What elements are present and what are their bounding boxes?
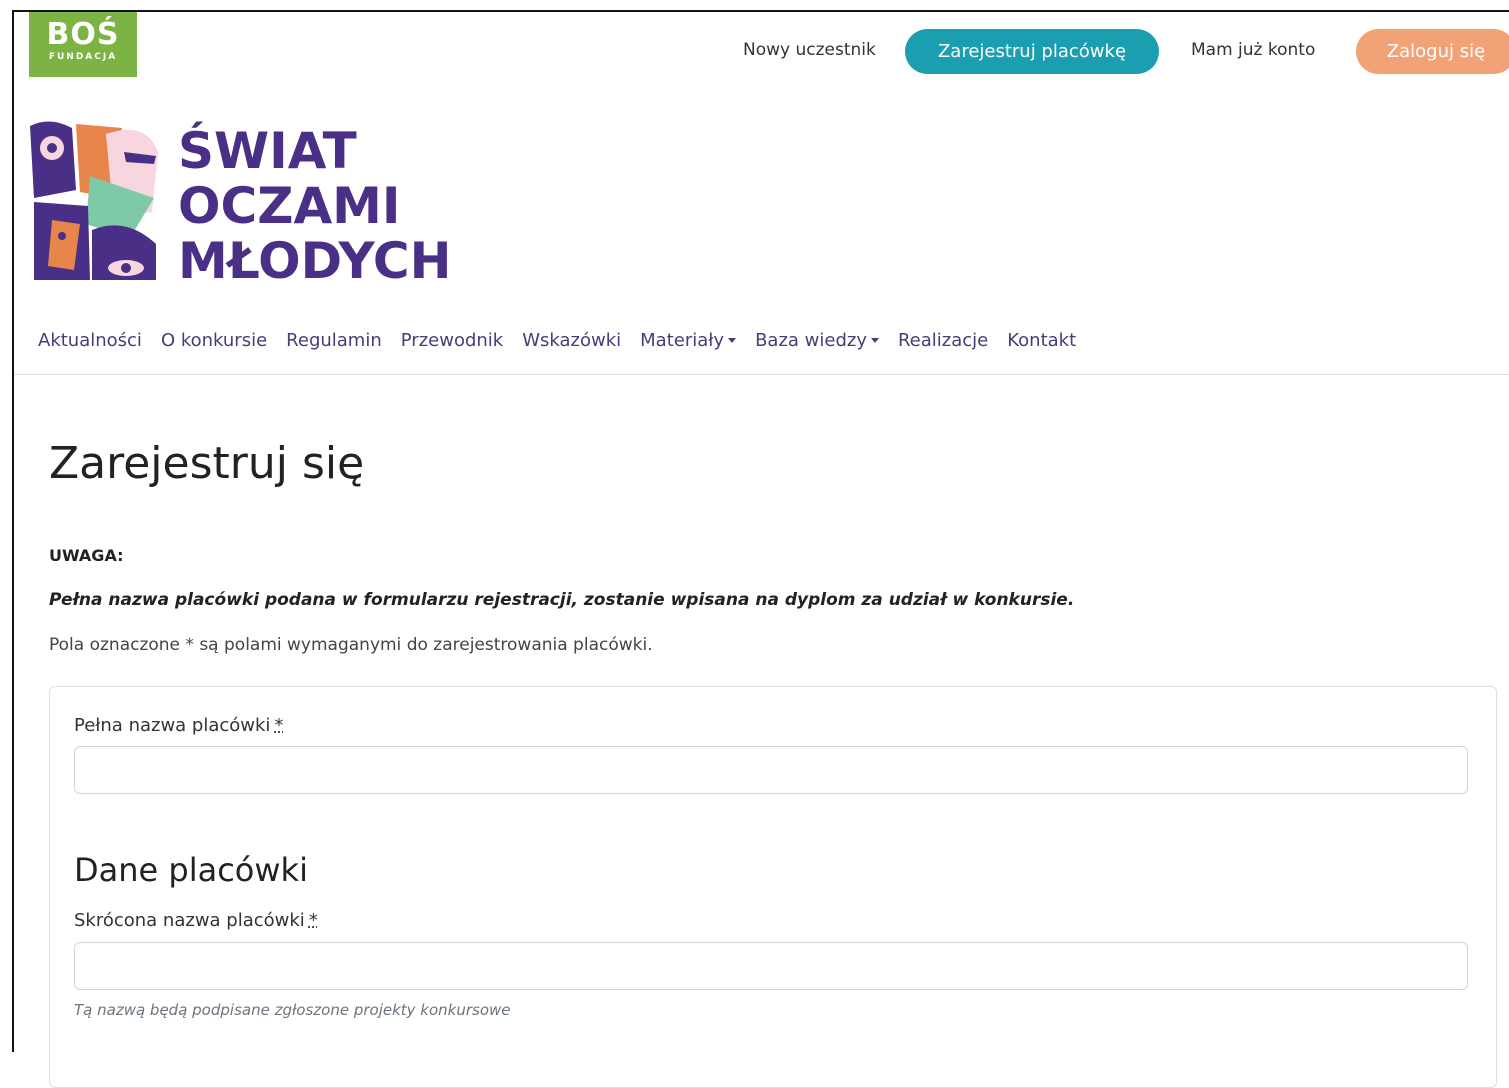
nav-item-baza-wiedzy-label: Baza wiedzy	[755, 330, 867, 351]
nav-item-materialy[interactable]: Materiały	[640, 330, 736, 351]
logo-text: BOŚ	[29, 18, 137, 52]
nav-item-regulamin[interactable]: Regulamin	[286, 330, 382, 351]
brand-title[interactable]: ŚWIAT OCZAMI MŁODYCH	[178, 124, 451, 289]
nav-item-o-konkursie[interactable]: O konkursie	[161, 330, 267, 351]
required-mark: *	[274, 715, 283, 736]
brand-line-1: ŚWIAT	[178, 124, 451, 179]
required-fields-note: Pola oznaczone * są polami wymaganymi do…	[49, 635, 653, 655]
register-facility-button[interactable]: Zarejestruj placówkę	[905, 29, 1159, 74]
nav-item-baza-wiedzy[interactable]: Baza wiedzy	[755, 330, 879, 351]
short-name-label: Skrócona nazwa placówki *	[74, 910, 318, 931]
nav-divider	[14, 374, 1509, 375]
chevron-down-icon	[871, 338, 879, 343]
page-title: Zarejestruj się	[49, 438, 364, 489]
bos-foundation-logo[interactable]: BOŚ FUNDACJA	[29, 12, 137, 77]
nav-item-wskazowki[interactable]: Wskazówki	[522, 330, 621, 351]
new-participant-label: Nowy uczestnik	[743, 40, 876, 60]
nav-item-przewodnik[interactable]: Przewodnik	[401, 330, 503, 351]
chevron-down-icon	[728, 338, 736, 343]
nav-item-aktualnosci[interactable]: Aktualności	[38, 330, 142, 351]
short-name-help-text: Tą nazwą będą podpisane zgłoszone projek…	[74, 1001, 511, 1019]
warning-heading: UWAGA:	[49, 546, 124, 565]
short-name-label-text: Skrócona nazwa placówki	[74, 910, 305, 931]
main-nav: Aktualności O konkursie Regulamin Przewo…	[38, 330, 1095, 351]
brand-line-3: MŁODYCH	[178, 234, 451, 289]
full-name-label-text: Pełna nazwa placówki	[74, 715, 270, 736]
nav-item-materialy-label: Materiały	[640, 330, 724, 351]
brand-line-2: OCZAMI	[178, 179, 451, 234]
nav-item-realizacje[interactable]: Realizacje	[898, 330, 988, 351]
nav-item-kontakt[interactable]: Kontakt	[1007, 330, 1076, 351]
required-mark: *	[309, 910, 318, 931]
full-name-label: Pełna nazwa placówki *	[74, 715, 283, 736]
full-name-input[interactable]	[74, 746, 1468, 794]
warning-text: Pełna nazwa placówki podana w formularzu…	[49, 590, 1074, 610]
section-title: Dane placówki	[74, 851, 308, 889]
short-name-input[interactable]	[74, 942, 1468, 990]
login-button[interactable]: Zaloguj się	[1356, 29, 1509, 74]
have-account-label: Mam już konto	[1191, 40, 1315, 60]
logo-subtext: FUNDACJA	[29, 52, 137, 62]
brand-faces-icon[interactable]	[30, 120, 160, 284]
